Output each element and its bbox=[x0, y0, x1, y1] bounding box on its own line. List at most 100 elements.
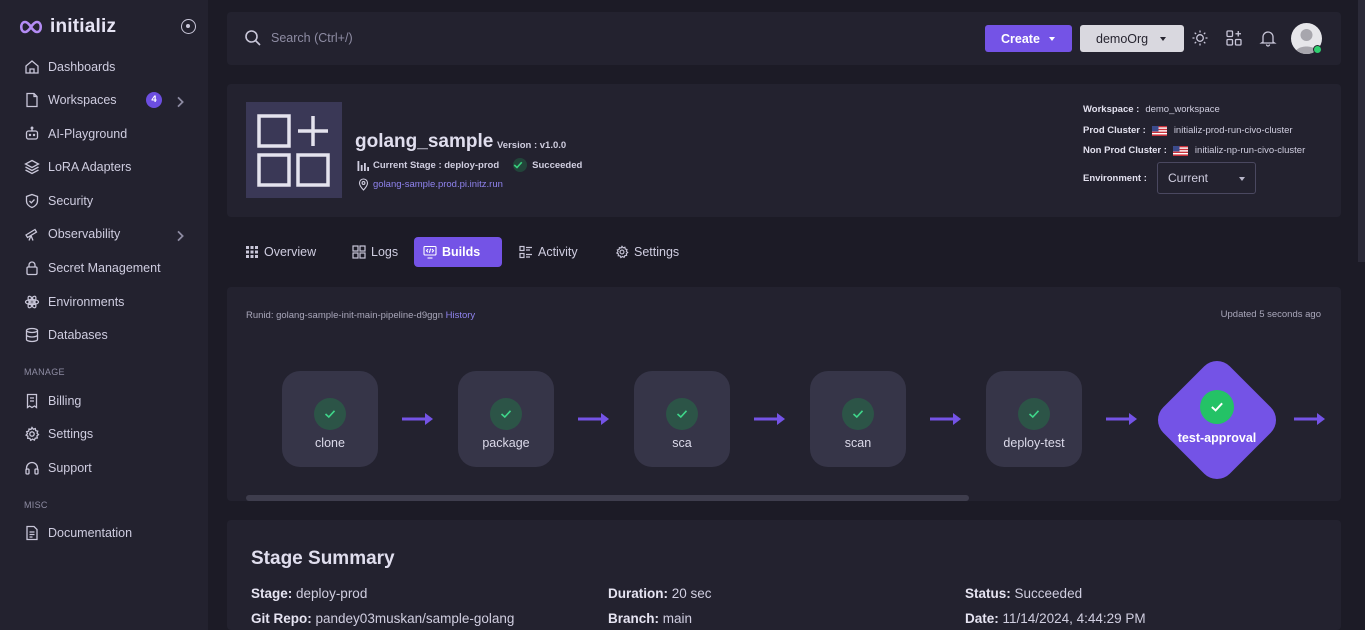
sidebar-item-label: Environments bbox=[48, 295, 125, 309]
stage-label: package bbox=[482, 436, 530, 450]
sidebar-item-billing[interactable]: Billing bbox=[0, 386, 208, 416]
tab-label: Settings bbox=[634, 245, 680, 259]
summary-git-value: pandey03muskan/sample-golang bbox=[315, 611, 515, 626]
brand[interactable]: initializ bbox=[18, 15, 116, 39]
sidebar-item-secret-management[interactable]: Secret Management bbox=[0, 253, 208, 283]
us-flag-icon bbox=[1172, 145, 1188, 156]
search-input[interactable] bbox=[271, 26, 571, 50]
check-circle-icon bbox=[1200, 390, 1234, 424]
org-selector[interactable]: demoOrg bbox=[1080, 25, 1184, 52]
headset-icon bbox=[25, 461, 39, 475]
sidebar-item-label: Settings bbox=[48, 427, 94, 441]
home-icon bbox=[25, 60, 39, 74]
sidebar-item-label: Databases bbox=[48, 328, 108, 342]
check-circle-icon bbox=[666, 398, 698, 430]
arrow-right-icon bbox=[578, 413, 609, 425]
project-logo bbox=[246, 102, 342, 198]
sidebar-item-settings[interactable]: Settings bbox=[0, 419, 208, 449]
tab-activity[interactable]: Activity bbox=[510, 237, 587, 267]
workspace-value: demo_workspace bbox=[1145, 104, 1220, 115]
tab-builds[interactable]: Builds bbox=[414, 237, 502, 267]
sidebar-item-dashboards[interactable]: Dashboards bbox=[0, 52, 208, 82]
caret-down-icon bbox=[1049, 37, 1055, 41]
sidebar-item-environments[interactable]: Environments bbox=[0, 287, 208, 317]
sidebar-item-label: LoRA Adapters bbox=[48, 160, 132, 174]
current-stage-row: Current Stage : deploy-prod Succeeded bbox=[357, 158, 582, 172]
online-status-dot bbox=[1313, 45, 1322, 54]
arrow-right-icon bbox=[1106, 413, 1137, 425]
environment-select[interactable]: Current bbox=[1157, 162, 1256, 194]
sidebar-item-label: Billing bbox=[48, 394, 82, 408]
tab-settings[interactable]: Settings bbox=[606, 237, 688, 267]
stage-label: scan bbox=[844, 436, 872, 450]
summary-git-label: Git Repo: bbox=[251, 611, 312, 626]
sidebar-item-label: Security bbox=[48, 194, 94, 208]
prod-cluster-meta: Prod Cluster : initializ-prod-run-civo-c… bbox=[1083, 125, 1293, 136]
chevron-right-icon[interactable] bbox=[172, 94, 188, 110]
summary-status-value: Succeeded bbox=[1014, 586, 1083, 601]
arrow-right-icon bbox=[754, 413, 785, 425]
sidebar-item-security[interactable]: Security bbox=[0, 186, 208, 216]
summary-git-repo: Git Repo: pandey03muskan/sample-golang bbox=[251, 611, 514, 626]
shield-icon bbox=[25, 193, 39, 209]
environment-label: Environment : bbox=[1083, 173, 1147, 184]
environment-meta: Environment : bbox=[1083, 173, 1153, 184]
apps-add-icon[interactable] bbox=[1225, 29, 1243, 47]
pipeline-stage-sca[interactable]: sca bbox=[634, 371, 730, 467]
org-selector-label: demoOrg bbox=[1096, 31, 1149, 46]
summary-date-label: Date: bbox=[965, 611, 999, 626]
stage-label: clone bbox=[315, 436, 345, 450]
sidebar-item-observability[interactable]: Observability bbox=[0, 219, 208, 249]
create-button[interactable]: Create bbox=[985, 25, 1072, 52]
grid-icon bbox=[246, 246, 258, 258]
check-circle-icon bbox=[513, 158, 528, 172]
tab-label: Builds bbox=[442, 245, 481, 259]
infinity-logo-icon bbox=[19, 20, 43, 34]
stage-bars-icon bbox=[357, 161, 369, 171]
sidebar-item-ai-playground[interactable]: AI-Playground bbox=[0, 119, 208, 149]
page-scrollbar[interactable] bbox=[1358, 0, 1365, 262]
pipeline-stage-test-approval[interactable]: test-approval bbox=[1150, 353, 1284, 487]
activity-list-icon bbox=[519, 245, 532, 259]
sidebar-item-databases[interactable]: Databases bbox=[0, 320, 208, 350]
sidebar-item-label: Secret Management bbox=[48, 261, 161, 275]
pipeline-scrollbar[interactable] bbox=[246, 495, 969, 501]
history-link[interactable]: History bbox=[446, 310, 476, 321]
caret-down-icon bbox=[1239, 177, 1245, 181]
create-button-label: Create bbox=[1001, 31, 1040, 46]
tab-logs[interactable]: Logs bbox=[343, 237, 407, 267]
current-stage: Current Stage : deploy-prod bbox=[373, 159, 500, 171]
summary-stage-value: deploy-prod bbox=[296, 586, 368, 601]
arrow-right-icon bbox=[1294, 413, 1325, 425]
prod-cluster-value: initializ-prod-run-civo-cluster bbox=[1173, 125, 1293, 136]
sidebar-item-support[interactable]: Support bbox=[0, 453, 208, 483]
manage-section-header: MANAGE bbox=[24, 367, 65, 377]
nonprod-cluster-value: initializ-np-run-civo-cluster bbox=[1194, 145, 1306, 156]
pipeline-stage-clone[interactable]: clone bbox=[282, 371, 378, 467]
lock-icon bbox=[26, 261, 38, 276]
sidebar-item-workspaces[interactable]: Workspaces 4 bbox=[0, 85, 208, 115]
pipeline-stage-deploy-test[interactable]: deploy-test bbox=[986, 371, 1082, 467]
sidebar-item-label: Workspaces bbox=[48, 93, 117, 107]
receipt-icon bbox=[26, 393, 38, 409]
summary-status: Status: Succeeded bbox=[965, 586, 1082, 601]
pipeline-stage-package[interactable]: package bbox=[458, 371, 554, 467]
chevron-right-icon[interactable] bbox=[172, 228, 188, 244]
sidebar: initializ Dashboards Workspaces 4 AI-Pla… bbox=[0, 0, 208, 630]
us-flag-icon bbox=[1151, 125, 1167, 136]
location-pin-icon bbox=[358, 178, 369, 191]
project-url-row[interactable]: golang-sample.prod.pi.initz.run bbox=[357, 178, 503, 191]
sidebar-item-documentation[interactable]: Documentation bbox=[0, 518, 208, 548]
sun-icon[interactable] bbox=[1191, 29, 1209, 47]
sidebar-collapse-button[interactable] bbox=[181, 19, 196, 34]
database-icon bbox=[25, 327, 39, 343]
pipeline-stage-scan[interactable]: scan bbox=[810, 371, 906, 467]
summary-duration-value: 20 sec bbox=[671, 586, 712, 601]
arrow-right-icon bbox=[930, 413, 961, 425]
sidebar-item-lora-adapters[interactable]: LoRA Adapters bbox=[0, 152, 208, 182]
tab-overview[interactable]: Overview bbox=[236, 237, 325, 267]
bell-icon[interactable] bbox=[1259, 29, 1277, 47]
stage-summary-card: Stage Summary Stage: deploy-prod Git Rep… bbox=[227, 520, 1341, 630]
project-url-link[interactable]: golang-sample.prod.pi.initz.run bbox=[373, 179, 503, 190]
tab-label: Logs bbox=[371, 245, 399, 259]
